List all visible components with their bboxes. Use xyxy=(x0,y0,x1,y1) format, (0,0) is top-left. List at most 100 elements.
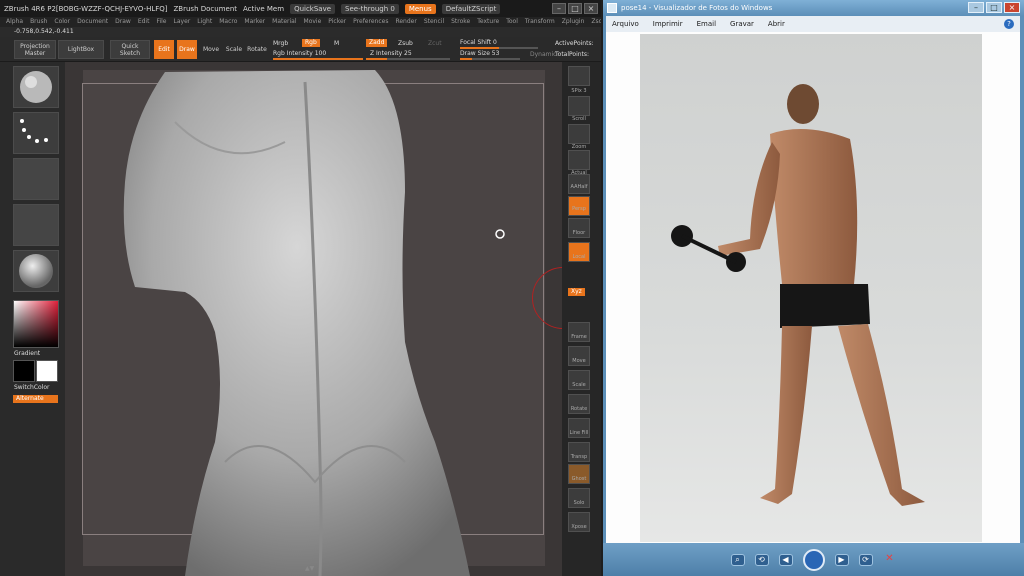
zoom-icon[interactable]: ⌕ xyxy=(730,553,745,566)
menu-item-document[interactable]: Document xyxy=(77,17,108,27)
previous-icon[interactable]: ◀ xyxy=(778,553,793,566)
slideshow-icon[interactable] xyxy=(802,548,825,571)
menu-item-render[interactable]: Render xyxy=(395,17,416,27)
menu-item-preferences[interactable]: Preferences xyxy=(353,17,388,27)
close-icon[interactable]: × xyxy=(1004,2,1020,13)
xyz-button[interactable]: Xyz xyxy=(568,288,585,296)
minimize-icon[interactable]: – xyxy=(968,2,984,13)
quick-sketch-label: Quick Sketch xyxy=(119,42,141,57)
menu-item-zscript[interactable]: Zscript xyxy=(591,17,601,27)
active-points-label: ActivePoints: xyxy=(555,40,594,47)
zcut-toggle[interactable]: Zcut xyxy=(428,40,442,47)
move-mode-button[interactable]: Move xyxy=(201,40,221,59)
spix-label: SPix 3 xyxy=(571,88,587,94)
menu-item-layer[interactable]: Layer xyxy=(174,17,191,27)
floor-label: Floor xyxy=(572,230,586,236)
menu-item-stencil[interactable]: Stencil xyxy=(424,17,444,27)
delete-icon[interactable]: ✕ xyxy=(883,553,897,566)
menu-item-zplugin[interactable]: Zplugin xyxy=(562,17,585,27)
help-icon[interactable]: ? xyxy=(1004,19,1014,29)
xpose-label: Xpose xyxy=(571,524,587,530)
gradient-label[interactable]: Gradient xyxy=(14,350,40,357)
next-icon[interactable]: ▶ xyxy=(834,553,849,566)
zbrush-window: ZBrush 4R6 P2[BOBG-WZZF-QCHJ-EYVO-HLFQ] … xyxy=(0,0,601,576)
rotate-label: Rotate xyxy=(247,46,267,53)
edit-mode-button[interactable]: Edit xyxy=(154,40,174,59)
rgb-toggle[interactable]: Rgb xyxy=(302,39,320,47)
material-thumbnail[interactable] xyxy=(13,250,59,292)
menu-item-color[interactable]: Color xyxy=(54,17,70,27)
rotate-icon[interactable]: ⟳ xyxy=(858,553,873,566)
alpha-thumbnail[interactable] xyxy=(13,158,59,200)
brush-thumbnail[interactable] xyxy=(13,66,59,108)
switch-color-button[interactable]: SwitchColor xyxy=(14,384,50,391)
quicksave-button[interactable]: QuickSave xyxy=(290,3,336,14)
draw-size-slider[interactable] xyxy=(460,58,520,60)
zbrush-document-label[interactable]: ZBrush Document xyxy=(174,5,238,13)
menu-item-texture[interactable]: Texture xyxy=(477,17,499,27)
draw-size-label: Draw Size 53 xyxy=(460,50,500,57)
alternate-button[interactable]: Alternate xyxy=(13,395,58,403)
menu-gravar[interactable]: Gravar xyxy=(730,20,754,28)
zadd-toggle[interactable]: Zadd xyxy=(366,39,388,47)
menu-item-tool[interactable]: Tool xyxy=(506,17,518,27)
close-icon[interactable]: × xyxy=(584,3,598,14)
texture-thumbnail[interactable] xyxy=(13,204,59,246)
draw-mode-button[interactable]: Draw xyxy=(177,40,197,59)
focal-shift-label: Focal Shift 0 xyxy=(460,39,497,46)
menu-item-alpha[interactable]: Alpha xyxy=(6,17,23,27)
actual-button[interactable] xyxy=(568,150,590,170)
menu-item-light[interactable]: Light xyxy=(197,17,212,27)
menus-button[interactable]: Menus xyxy=(404,3,436,14)
menu-item-edit[interactable]: Edit xyxy=(138,17,150,27)
menu-imprimir[interactable]: Imprimir xyxy=(653,20,683,28)
menu-item-macro[interactable]: Macro xyxy=(219,17,237,27)
scale-mode-button[interactable]: Scale xyxy=(224,40,244,59)
menu-item-transform[interactable]: Transform xyxy=(525,17,555,27)
menu-item-stroke[interactable]: Stroke xyxy=(451,17,470,27)
sculpted-torso-model[interactable] xyxy=(115,62,475,576)
menu-item-draw[interactable]: Draw xyxy=(115,17,131,27)
primary-color-swatch[interactable] xyxy=(13,360,35,382)
frame-label: Frame xyxy=(571,334,587,340)
rgb-intensity-slider[interactable] xyxy=(273,58,363,60)
move-view-label: Move xyxy=(572,358,586,364)
rotate-mode-button[interactable]: Rotate xyxy=(247,40,267,59)
canvas-scroll-arrows[interactable]: ▲▼ xyxy=(305,565,314,572)
menu-item-file[interactable]: File xyxy=(156,17,166,27)
menu-item-marker[interactable]: Marker xyxy=(244,17,265,27)
quick-sketch-button[interactable]: Quick Sketch xyxy=(110,40,150,59)
actual-size-icon[interactable]: ⟲ xyxy=(754,553,769,566)
menu-arquivo[interactable]: Arquivo xyxy=(612,20,639,28)
minimize-icon[interactable]: – xyxy=(552,3,566,14)
zoom-button[interactable] xyxy=(568,124,590,144)
mrgb-toggle[interactable]: Mrgb xyxy=(273,40,288,47)
projection-master-button[interactable]: Projection Master xyxy=(14,40,56,59)
secondary-color-swatch[interactable] xyxy=(36,360,58,382)
maximize-icon[interactable]: □ xyxy=(986,2,1002,13)
scroll-label: Scroll xyxy=(572,116,586,122)
m-toggle[interactable]: M xyxy=(334,40,339,47)
photo-viewer-window: pose14 - Visualizador de Fotos do Window… xyxy=(603,0,1024,576)
menu-item-material[interactable]: Material xyxy=(272,17,296,27)
zsub-toggle[interactable]: Zsub xyxy=(398,40,413,47)
menu-email[interactable]: Email xyxy=(697,20,716,28)
menu-abrir[interactable]: Abrir xyxy=(768,20,785,28)
menu-item-picker[interactable]: Picker xyxy=(328,17,346,27)
default-zscript-button[interactable]: DefaultZScript xyxy=(441,3,501,14)
photo-viewer-content xyxy=(606,32,1020,543)
zbrush-canvas-area[interactable]: ▲▼ xyxy=(65,62,594,576)
stroke-thumbnail[interactable] xyxy=(13,112,59,154)
dynamic-toggle[interactable]: Dynamic xyxy=(530,51,556,58)
maximize-icon[interactable]: □ xyxy=(568,3,582,14)
see-through-slider[interactable]: See-through 0 xyxy=(341,3,399,14)
lightbox-button[interactable]: LightBox xyxy=(58,40,104,59)
scroll-button[interactable] xyxy=(568,96,590,116)
menu-item-movie[interactable]: Movie xyxy=(304,17,322,27)
color-picker[interactable] xyxy=(13,300,59,348)
z-intensity-slider[interactable] xyxy=(366,58,450,60)
reference-photo[interactable] xyxy=(640,34,982,542)
bpr-button[interactable] xyxy=(568,66,590,86)
menu-item-brush[interactable]: Brush xyxy=(30,17,47,27)
focal-shift-slider[interactable] xyxy=(460,47,538,49)
